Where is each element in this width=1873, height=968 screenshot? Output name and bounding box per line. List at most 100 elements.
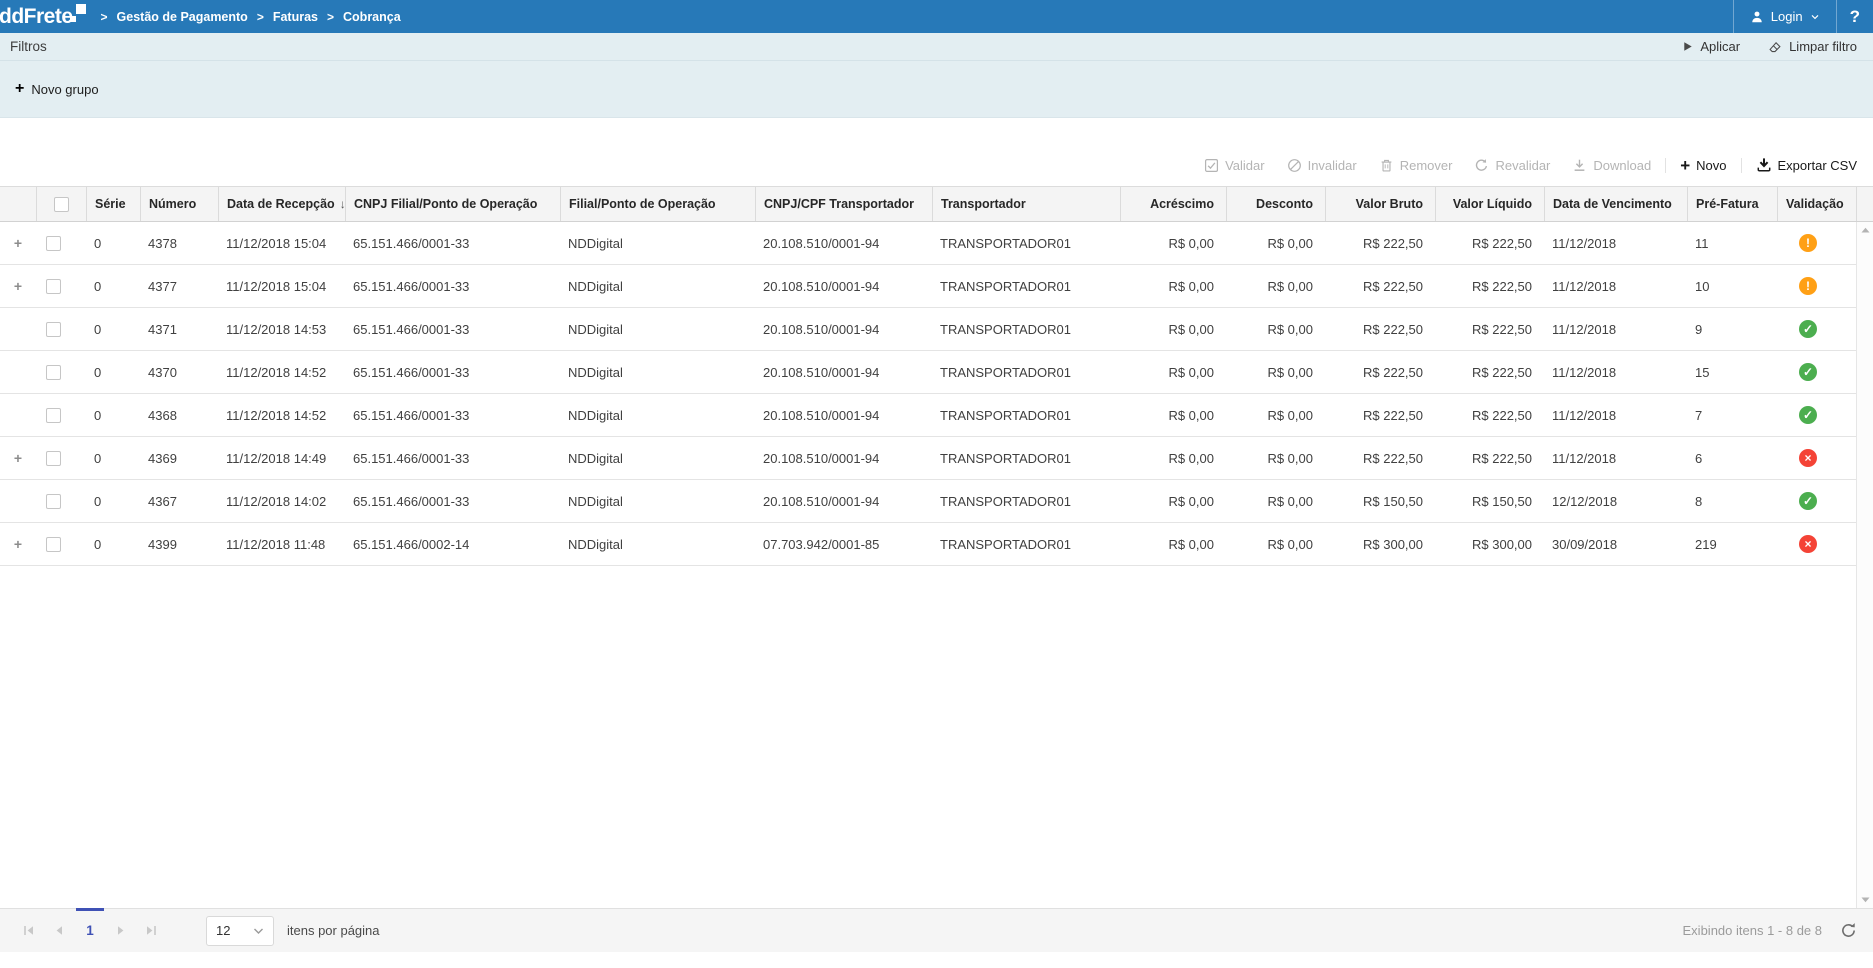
download-button[interactable]: Download [1561,158,1662,173]
cell-data-de-vencimento: 12/12/2018 [1544,494,1687,509]
scroll-up-icon[interactable] [1861,227,1870,233]
table-row[interactable]: 0 4368 11/12/2018 14:52 65.151.466/0001-… [0,394,1856,437]
table-row[interactable]: + 0 4369 11/12/2018 14:49 65.151.466/000… [0,437,1856,480]
row-checkbox[interactable] [46,279,61,294]
apply-filter-label: Aplicar [1700,39,1740,54]
row-checkbox[interactable] [46,365,61,380]
cell-valor-liquido: R$ 222,50 [1435,236,1544,251]
column-header-acrescimo[interactable]: Acréscimo [1120,187,1226,221]
cell-validacao: ! [1777,234,1856,252]
table-row[interactable]: 0 4370 11/12/2018 14:52 65.151.466/0001-… [0,351,1856,394]
cell-serie: 0 [86,322,140,337]
column-header-cnpj-filial[interactable]: CNPJ Filial/Ponto de Operação [345,187,560,221]
column-header-desconto[interactable]: Desconto [1226,187,1325,221]
column-header-valor-bruto[interactable]: Valor Bruto [1325,187,1435,221]
column-header-numero[interactable]: Número [140,187,218,221]
items-per-page-label: itens por página [287,923,380,938]
previous-page-button[interactable] [44,916,74,946]
cell-filial: NDDigital [560,236,755,251]
cell-acrescimo: R$ 0,00 [1120,537,1226,552]
row-checkbox[interactable] [46,537,61,552]
current-page-button[interactable]: 1 [74,916,106,946]
export-download-icon [1756,157,1772,173]
row-checkbox[interactable] [46,408,61,423]
validation-success-icon: ✓ [1799,406,1817,424]
cell-transportador: TRANSPORTADOR01 [932,494,1120,509]
cell-data-de-vencimento: 11/12/2018 [1544,236,1687,251]
cell-filial: NDDigital [560,365,755,380]
refresh-button[interactable] [1837,920,1859,942]
row-checkbox[interactable] [46,322,61,337]
toolbar-divider [1665,158,1666,173]
breadcrumb-item-faturas[interactable]: Faturas [273,10,318,24]
clear-filter-label: Limpar filtro [1789,39,1857,54]
cell-pre-fatura: 219 [1687,537,1777,552]
cell-serie: 0 [86,451,140,466]
next-page-button[interactable] [106,916,136,946]
row-checkbox[interactable] [46,451,61,466]
table-row[interactable]: + 0 4399 11/12/2018 11:48 65.151.466/000… [0,523,1856,566]
column-header-cnpj-cpf-transportador[interactable]: CNPJ/CPF Transportador [755,187,932,221]
cell-data-de-recepcao: 11/12/2018 14:49 [218,451,345,466]
table-row[interactable]: + 0 4378 11/12/2018 15:04 65.151.466/000… [0,222,1856,265]
cell-valor-liquido: R$ 222,50 [1435,365,1544,380]
column-header-serie[interactable]: Série [86,187,140,221]
export-csv-button[interactable]: Exportar CSV [1745,157,1868,173]
help-button[interactable]: ? [1837,0,1873,33]
breadcrumb-item-cobranca[interactable]: Cobrança [343,10,401,24]
app-logo[interactable]: ddFrete [0,1,87,32]
row-checkbox[interactable] [46,494,61,509]
invalidate-button[interactable]: Invalidar [1276,158,1368,173]
column-header-pre-fatura[interactable]: Pré-Fatura [1687,187,1777,221]
cell-data-de-recepcao: 11/12/2018 14:53 [218,322,345,337]
new-group-button[interactable]: + Novo grupo [15,81,99,97]
new-label: Novo [1696,158,1726,173]
cell-acrescimo: R$ 0,00 [1120,451,1226,466]
remove-label: Remover [1400,158,1453,173]
validation-warning-icon: ! [1799,277,1817,295]
table-row[interactable]: + 0 4377 11/12/2018 15:04 65.151.466/000… [0,265,1856,308]
remove-button[interactable]: Remover [1368,158,1464,173]
vertical-scrollbar[interactable] [1856,222,1873,908]
table-row[interactable]: 0 4371 11/12/2018 14:53 65.151.466/0001-… [0,308,1856,351]
first-page-button[interactable] [14,916,44,946]
table-header-filler [1856,187,1873,221]
cell-transportador: TRANSPORTADOR01 [932,365,1120,380]
row-expand-button[interactable]: + [0,278,36,294]
select-all-checkbox[interactable] [54,197,69,212]
new-button[interactable]: + Novo [1669,157,1737,174]
column-header-filial[interactable]: Filial/Ponto de Operação [560,187,755,221]
validate-button[interactable]: Validar [1193,158,1276,173]
cell-transportador: TRANSPORTADOR01 [932,236,1120,251]
row-expand-button[interactable]: + [0,536,36,552]
last-page-button[interactable] [136,916,166,946]
row-expand-button[interactable]: + [0,235,36,251]
column-header-data-de-vencimento[interactable]: Data de Vencimento [1544,187,1687,221]
cell-serie: 0 [86,537,140,552]
table-row[interactable]: 0 4367 11/12/2018 14:02 65.151.466/0001-… [0,480,1856,523]
cell-valor-liquido: R$ 222,50 [1435,451,1544,466]
page-size-select[interactable]: 12 [206,916,274,946]
clear-filter-button[interactable]: Limpar filtro [1768,39,1857,54]
revalidate-button[interactable]: Revalidar [1463,158,1561,173]
cell-valor-liquido: R$ 300,00 [1435,537,1544,552]
row-checkbox-cell [36,451,86,466]
row-expand-button[interactable]: + [0,450,36,466]
download-label: Download [1593,158,1651,173]
apply-filter-button[interactable]: Aplicar [1682,39,1740,54]
scroll-down-icon[interactable] [1861,897,1870,903]
column-header-transportador[interactable]: Transportador [932,187,1120,221]
login-button[interactable]: Login [1734,0,1836,33]
export-csv-label: Exportar CSV [1778,158,1857,173]
validate-label: Validar [1225,158,1265,173]
column-header-validacao[interactable]: Validação [1777,187,1856,221]
cell-validacao: ✓ [1777,492,1856,510]
column-header-data-de-recepcao[interactable]: Data de Recepção ↓ [218,187,345,221]
row-checkbox[interactable] [46,236,61,251]
cell-data-de-recepcao: 11/12/2018 15:04 [218,236,345,251]
cell-data-de-vencimento: 30/09/2018 [1544,537,1687,552]
pager-bar: 1 12 itens por página Exibindo itens 1 -… [0,908,1873,952]
column-header-valor-liquido[interactable]: Valor Líquido [1435,187,1544,221]
breadcrumb-item-gestao-de-pagamento[interactable]: Gestão de Pagamento [117,10,248,24]
column-header-checkbox [36,187,86,221]
